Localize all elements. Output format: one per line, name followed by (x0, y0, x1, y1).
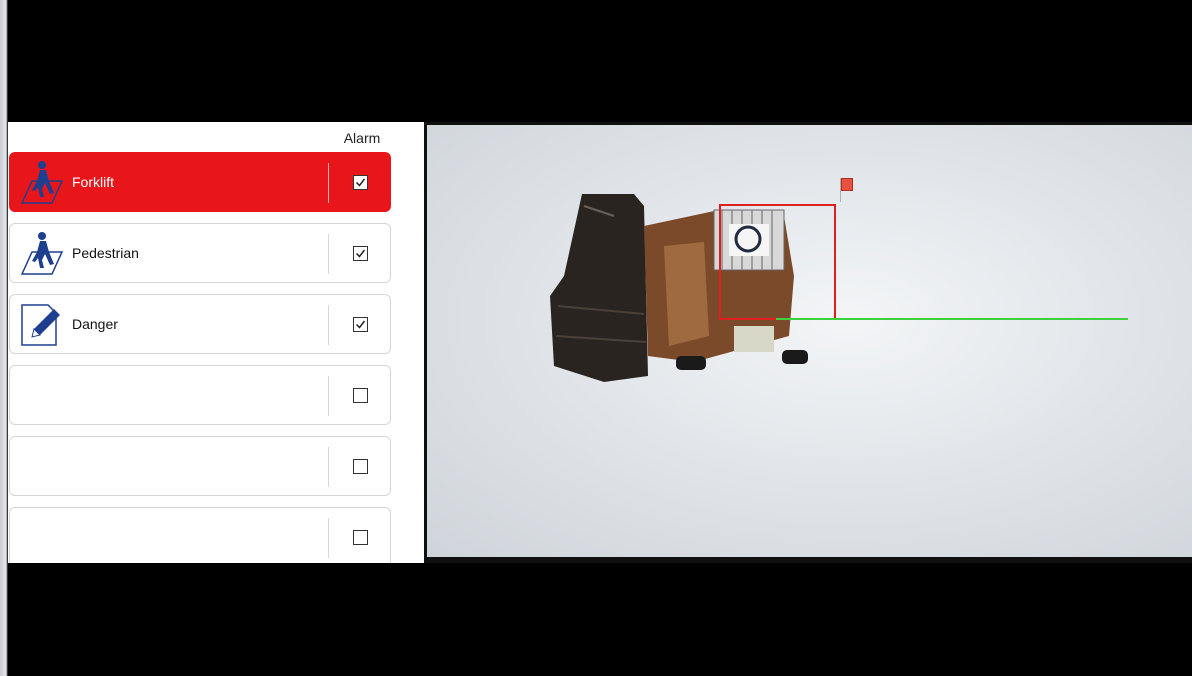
camera-feed[interactable] (424, 122, 1192, 563)
detection-bounding-box (719, 204, 836, 320)
class-row-empty[interactable] (9, 365, 391, 425)
class-row-forklift[interactable]: Forklift (9, 152, 391, 212)
class-label: Forklift (72, 174, 114, 190)
class-row-empty[interactable] (9, 436, 391, 496)
alarm-column-header: Alarm (343, 130, 381, 146)
row-divider (328, 518, 329, 558)
row-divider (328, 234, 329, 274)
row-divider (328, 447, 329, 487)
pedestrian-zone-icon (20, 232, 64, 275)
alarm-checkbox[interactable] (353, 317, 368, 332)
screen-bottom-area (8, 563, 1192, 676)
detection-class-panel: Alarm Forklift Pedestrian Danger (8, 122, 424, 563)
class-row-danger[interactable]: Danger (9, 294, 391, 354)
pencil-edit-icon (21, 304, 60, 346)
class-row-pedestrian[interactable]: Pedestrian (9, 223, 391, 283)
row-divider (328, 163, 329, 203)
class-label: Pedestrian (72, 245, 139, 261)
tracking-line (776, 318, 1128, 320)
alarm-checkbox[interactable] (353, 246, 368, 261)
alarm-checkbox[interactable] (353, 175, 368, 190)
alarm-checkbox[interactable] (353, 388, 368, 403)
class-label: Danger (72, 316, 118, 332)
alarm-checkbox[interactable] (353, 459, 368, 474)
pedestrian-zone-icon (20, 161, 64, 204)
row-divider (328, 305, 329, 345)
alarm-checkbox[interactable] (353, 530, 368, 545)
row-divider (328, 376, 329, 416)
class-row-empty[interactable] (9, 507, 391, 563)
screen-top-area (8, 6, 1192, 122)
detection-flag-icon (841, 178, 853, 191)
